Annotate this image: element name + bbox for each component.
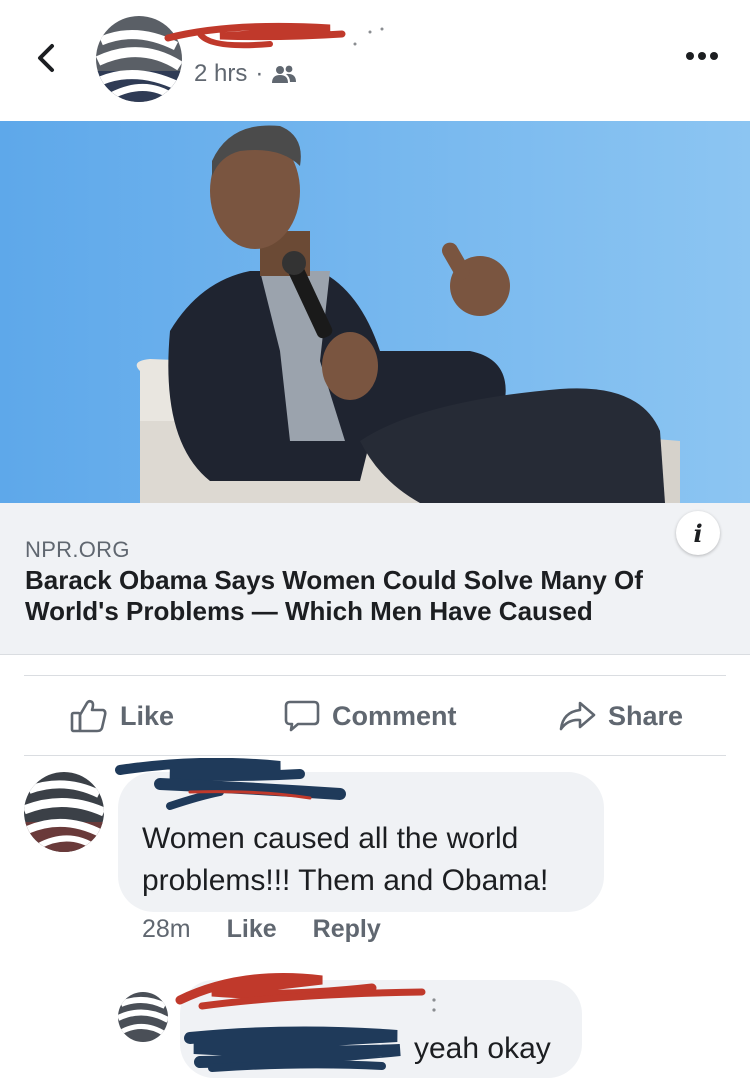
more-options-icon[interactable] xyxy=(684,46,720,66)
comment-meta: 28m Like Reply xyxy=(142,915,381,944)
author-name-redaction xyxy=(164,22,384,49)
action-bar-bottom-divider xyxy=(24,755,726,756)
commenter-avatar[interactable] xyxy=(24,772,104,852)
thumbs-up-icon xyxy=(70,699,107,733)
link-domain: NPR.ORG xyxy=(25,537,130,562)
back-arrow-icon[interactable] xyxy=(32,40,60,76)
mention-redaction xyxy=(184,1026,401,1072)
link-title[interactable]: Barack Obama Says Women Could Solve Many… xyxy=(25,565,705,627)
post-meta: 2 hrs · xyxy=(194,60,297,88)
like-button[interactable]: Like xyxy=(70,676,174,756)
comment-text: Women caused all the world problems!!! T… xyxy=(142,822,549,897)
post-time: 2 hrs xyxy=(194,60,248,87)
comment-button[interactable]: Comment xyxy=(284,676,457,756)
reply-name-redaction xyxy=(175,973,436,1012)
reply-avatar[interactable] xyxy=(118,992,168,1042)
like-button-label: Like xyxy=(120,700,175,731)
share-arrow-icon xyxy=(559,701,596,731)
comment-reply-button[interactable]: Reply xyxy=(313,915,381,944)
info-icon[interactable]: i xyxy=(676,511,720,555)
action-bar: Like Comment Share xyxy=(24,676,726,756)
reply-text: yeah okay xyxy=(414,1032,551,1065)
share-button[interactable]: Share xyxy=(558,676,683,756)
comment-like-button[interactable]: Like xyxy=(227,915,277,944)
friends-icon xyxy=(272,65,297,83)
share-button-label: Share xyxy=(608,700,684,731)
article-photo[interactable] xyxy=(0,121,750,503)
comment-icon xyxy=(284,700,320,732)
meta-separator: · xyxy=(255,60,264,87)
post-header: 2 hrs · xyxy=(0,0,750,120)
link-preview[interactable]: NPR.ORG Barack Obama Says Women Could So… xyxy=(0,503,750,655)
comment-time: 28m xyxy=(142,915,191,943)
comment-button-label: Comment xyxy=(332,700,457,731)
commenter-name-redaction xyxy=(115,758,346,810)
